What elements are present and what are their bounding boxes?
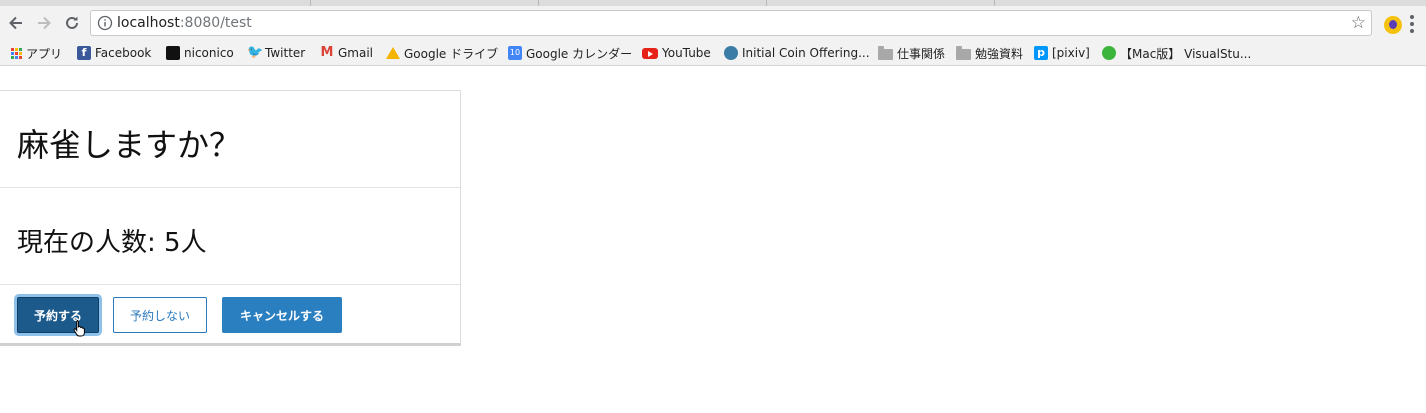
bookmark-niconico[interactable]: niconico [166, 44, 234, 62]
forward-arrow-icon [38, 16, 51, 30]
bookmark-google-drive[interactable]: Google ドライブ [386, 44, 498, 62]
bookmark-label: Gmail [338, 46, 374, 60]
no-reserve-button[interactable]: 予約しない [113, 297, 207, 333]
bookmark-label: Initial Coin Offering... [742, 46, 870, 60]
url-path: :8080/test [179, 15, 252, 31]
bookmark-label: 【Mac版】 VisualStu... [1120, 46, 1252, 61]
bookmark-label: Twitter [265, 46, 306, 60]
folder-icon [956, 45, 971, 60]
ico-site-icon [724, 46, 738, 60]
twitter-icon: 🐦 [247, 45, 264, 60]
bookmarks-bar: アプリ f Facebook niconico 🐦 Twitter M Gmai… [0, 40, 1426, 66]
bookmark-visualstudio[interactable]: 【Mac版】 VisualStu... [1102, 44, 1251, 62]
bookmark-label: Google ドライブ [404, 46, 499, 61]
bookmark-google-calendar[interactable]: 10 Google カレンダー [508, 44, 632, 62]
bookmark-folder-study[interactable]: 勉強資料 [956, 44, 1023, 62]
reload-icon [66, 16, 78, 29]
facebook-icon: f [77, 46, 91, 60]
card-title: 麻雀しますか？ [17, 126, 242, 164]
browser-toolbar: localhost:8080/test ☆ [0, 6, 1426, 40]
bookmark-label: 仕事関係 [897, 46, 946, 61]
hand-cursor-icon [73, 320, 85, 337]
url-host: localhost [117, 15, 180, 31]
folder-icon [878, 45, 893, 60]
forward-button[interactable] [32, 10, 56, 36]
bookmark-label: Google カレンダー [526, 46, 633, 61]
back-button[interactable] [4, 10, 28, 36]
mahjong-card: 麻雀しますか？ 現在の人数: 5人 予約する 予約しない キャンセルする [0, 90, 461, 346]
bookmark-youtube[interactable]: YouTube [642, 44, 711, 62]
google-calendar-icon: 10 [508, 46, 522, 60]
bookmark-folder-work[interactable]: 仕事関係 [878, 44, 945, 62]
address-bar[interactable]: localhost:8080/test ☆ [90, 10, 1372, 36]
bookmark-label: Facebook [95, 46, 152, 60]
cancel-button[interactable]: キャンセルする [222, 297, 342, 333]
bookmark-star-icon[interactable]: ☆ [1351, 13, 1366, 33]
bookmark-pixiv[interactable]: p [pixiv] [1034, 44, 1090, 62]
divider [0, 187, 460, 188]
bookmark-twitter[interactable]: 🐦 Twitter [247, 44, 305, 62]
bookmark-label: YouTube [662, 46, 711, 60]
gmail-icon: M [320, 45, 334, 60]
reload-button[interactable] [60, 10, 84, 36]
back-arrow-icon [9, 16, 22, 30]
participant-count: 現在の人数: 5人 [17, 228, 207, 258]
youtube-icon [642, 47, 658, 59]
bookmark-gmail[interactable]: M Gmail [320, 44, 373, 62]
google-drive-icon [386, 47, 400, 59]
bookmark-label: アプリ [26, 46, 63, 61]
browser-menu-icon[interactable] [1410, 15, 1414, 33]
bookmark-apps[interactable]: アプリ [11, 44, 62, 62]
url-text[interactable]: localhost:8080/test [117, 15, 252, 31]
visualstudio-icon [1102, 46, 1116, 60]
apps-grid-icon [11, 47, 22, 59]
bookmark-facebook[interactable]: f Facebook [77, 44, 151, 62]
niconico-icon [166, 46, 180, 60]
bookmark-initial-coin-offering[interactable]: Initial Coin Offering... [724, 44, 870, 62]
extension-icon[interactable] [1384, 16, 1402, 34]
divider [0, 284, 460, 285]
bookmark-label: 勉強資料 [975, 46, 1024, 61]
bookmark-label: niconico [184, 46, 234, 60]
bookmark-label: [pixiv] [1052, 46, 1090, 60]
pixiv-icon: p [1034, 46, 1048, 60]
info-icon[interactable] [97, 15, 113, 31]
